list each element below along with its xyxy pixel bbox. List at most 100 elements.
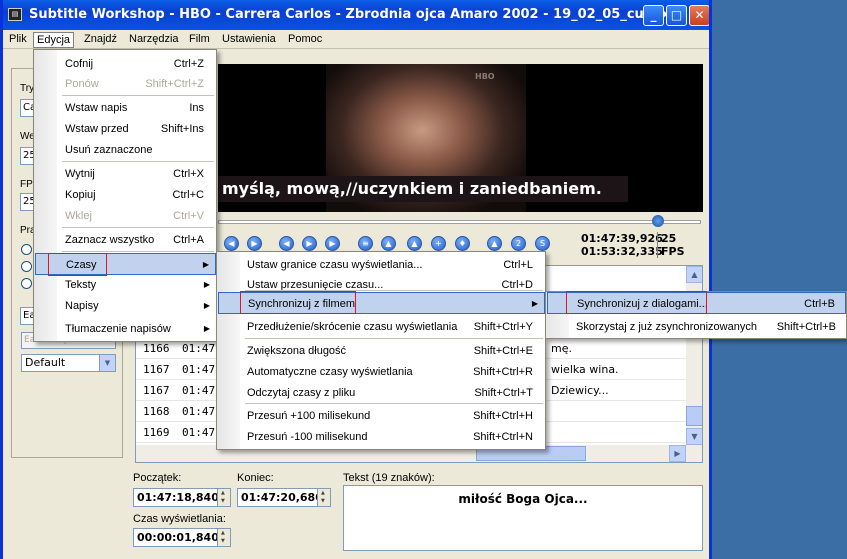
mark-icon[interactable]: ▲ xyxy=(407,236,422,251)
edycja-item-0[interactable]: Cofnij Ctrl+Z xyxy=(35,53,216,75)
menu-ustawienia[interactable]: Ustawienia xyxy=(219,32,279,48)
radio-option-2[interactable] xyxy=(21,261,32,272)
submenu-arrow-icon: ▶ xyxy=(531,299,538,308)
chevron-down-icon[interactable]: ▼ xyxy=(99,355,115,371)
scroll-up-icon[interactable]: ▲ xyxy=(686,266,702,283)
sync-item-shortcut: Shift+Ctrl+B xyxy=(776,321,836,333)
czasy-item-label: Odczytaj czasy z pliku xyxy=(247,387,356,399)
close-button[interactable]: ✕ xyxy=(689,5,709,26)
subtitle-toggle-icon[interactable]: S xyxy=(535,236,550,251)
menu-film[interactable]: Film xyxy=(186,32,213,48)
czasy-item-label: Zwiększona długość xyxy=(247,345,347,357)
edycja-item-10[interactable]: Teksty ▶ xyxy=(35,274,216,296)
submenu-arrow-icon: ▶ xyxy=(203,301,210,310)
seek-bar[interactable] xyxy=(218,214,703,232)
menu-plik[interactable]: Plik xyxy=(6,32,30,48)
seek-thumb[interactable] xyxy=(651,215,664,227)
czasy-item-3[interactable]: Przedłużenie/skrócenie czasu wyświetlani… xyxy=(218,316,545,338)
edycja-item-7[interactable]: Wklej Ctrl+V xyxy=(35,205,216,227)
menu-narzedzia[interactable]: Narzędzia xyxy=(126,32,182,48)
style-combo[interactable]: Default ▼ xyxy=(21,354,116,372)
last-frame-icon[interactable]: ▶ xyxy=(325,236,340,251)
row-number: 1168 xyxy=(143,405,170,418)
end-time-value: 01:47:20,680 xyxy=(241,491,323,504)
add-icon[interactable]: + xyxy=(431,236,446,251)
sync-item-label: Skorzystaj z już zsynchronizowanych xyxy=(576,321,757,333)
video-subtitle: myślą, mową,//uczynkiem i zaniedbaniem. xyxy=(218,176,628,202)
czasy-item-7[interactable]: Przesuń +100 milisekund Shift+Ctrl+H xyxy=(218,405,545,427)
sync-item-1[interactable]: Skorzystaj z już zsynchronizowanych Shift… xyxy=(547,316,846,338)
subtitle-text-editor[interactable]: miłość Boga Ojca... xyxy=(343,485,703,551)
video-preview[interactable]: HBO myślą, mową,//uczynkiem i zaniedbani… xyxy=(218,64,703,212)
menu-separator xyxy=(62,251,214,252)
edycja-item-8[interactable]: Zaznacz wszystko Ctrl+A xyxy=(35,229,216,251)
submenu-arrow-icon: ▶ xyxy=(203,280,210,289)
edycja-item-4[interactable]: Usuń zaznaczone xyxy=(35,139,216,161)
edycja-item-2[interactable]: Wstaw napis Ins xyxy=(35,97,216,119)
maximize-button[interactable]: □ xyxy=(666,5,687,26)
edycja-item-label: Teksty xyxy=(65,279,97,291)
end-time-input[interactable]: 01:47:20,680 xyxy=(237,488,331,507)
submenu-arrow-icon: ▶ xyxy=(203,324,210,333)
seek-track[interactable] xyxy=(218,220,701,224)
edycja-item-5[interactable]: Wytnij Ctrl+X xyxy=(35,163,216,185)
menu-znajdz[interactable]: Znajdź xyxy=(81,32,120,48)
scroll-thumb[interactable] xyxy=(686,406,702,426)
edycja-item-6[interactable]: Kopiuj Ctrl+C xyxy=(35,184,216,206)
czasy-item-6[interactable]: Odczytaj czasy z pliku Shift+Ctrl+T xyxy=(218,382,545,404)
fps-unit: FPS xyxy=(661,245,685,258)
menu-edycja[interactable]: Edycja xyxy=(33,32,75,48)
marker-2-icon[interactable]: 2 xyxy=(511,236,526,251)
edycja-item-label: Zaznacz wszystko xyxy=(65,234,155,246)
rewind-icon[interactable]: ◀ xyxy=(224,236,239,251)
start-time-input[interactable]: 01:47:18,840 xyxy=(133,488,231,507)
annotation-box-czasy xyxy=(48,253,107,276)
end-spin-buttons[interactable] xyxy=(317,489,330,506)
sync-item-shortcut: Ctrl+B xyxy=(804,298,835,310)
edycja-item-label: Cofnij xyxy=(65,58,94,70)
window-title: Subtitle Workshop - HBO - Carrera Carlos… xyxy=(29,7,676,22)
text-label: Tekst (19 znaków): xyxy=(343,472,435,484)
marker-1-icon[interactable]: ▲ xyxy=(487,236,502,251)
edycja-item-12[interactable]: Tłumaczenie napisów ▶ xyxy=(35,318,216,340)
czasy-item-4[interactable]: Zwiększona długość Shift+Ctrl+E xyxy=(218,340,545,362)
edycja-item-shortcut: Ctrl+Z xyxy=(173,58,204,70)
duration-value: 00:00:01,840 xyxy=(137,531,219,544)
edycja-item-1[interactable]: Ponów Shift+Ctrl+Z xyxy=(35,73,216,95)
radio-option-1[interactable] xyxy=(21,244,32,255)
play-icon[interactable]: ▶ xyxy=(302,236,317,251)
menu-separator xyxy=(62,227,214,228)
edycja-item-3[interactable]: Wstaw przed Shift+Ins xyxy=(35,118,216,140)
czasy-item-shortcut: Shift+Ctrl+T xyxy=(474,387,533,399)
scroll-down-icon[interactable]: ▼ xyxy=(686,428,702,445)
style-value: Default xyxy=(25,356,66,369)
forward-icon[interactable]: ▶ xyxy=(247,236,262,251)
edycja-item-label: Kopiuj xyxy=(65,189,96,201)
start-spin-buttons[interactable] xyxy=(217,489,230,506)
czasy-item-5[interactable]: Automatyczne czasy wyświetlania Shift+Ctr… xyxy=(218,361,545,383)
edycja-item-11[interactable]: Napisy ▶ xyxy=(35,295,216,317)
czasy-item-8[interactable]: Przesuń -100 milisekund Shift+Ctrl+N xyxy=(218,426,545,448)
menu-separator xyxy=(245,403,543,404)
set-start-icon[interactable]: ≡ xyxy=(358,236,373,251)
czasy-item-0[interactable]: Ustaw granice czasu wyświetlania... Ctrl+… xyxy=(218,254,545,276)
duration-spin-buttons[interactable] xyxy=(217,529,230,546)
menu-pomoc[interactable]: Pomoc xyxy=(285,32,325,48)
edycja-item-label: Napisy xyxy=(65,300,99,312)
duration-input[interactable]: 00:00:01,840 xyxy=(133,528,231,547)
film-icon: ▤ xyxy=(8,8,22,21)
czasy-item-label: Przesuń +100 milisekund xyxy=(247,410,371,422)
edycja-item-shortcut: Shift+Ctrl+Z xyxy=(145,78,204,90)
menu-separator xyxy=(62,161,214,162)
sync-icon[interactable]: ♦ xyxy=(455,236,470,251)
first-frame-icon[interactable]: ◀ xyxy=(279,236,294,251)
menu-bar: Plik Edycja Znajdź Narzędzia Film Ustawi… xyxy=(3,30,709,49)
radio-option-3[interactable] xyxy=(21,278,32,289)
menu-separator xyxy=(62,95,214,96)
row-number: 1167 xyxy=(143,384,170,397)
scroll-right-icon[interactable]: ▶ xyxy=(669,445,686,462)
set-end-icon[interactable]: ▲ xyxy=(381,236,396,251)
video-watermark: HBO xyxy=(475,72,495,81)
title-bar[interactable]: ▤ Subtitle Workshop - HBO - Carrera Carl… xyxy=(3,0,709,30)
minimize-button[interactable]: _ xyxy=(643,5,664,26)
